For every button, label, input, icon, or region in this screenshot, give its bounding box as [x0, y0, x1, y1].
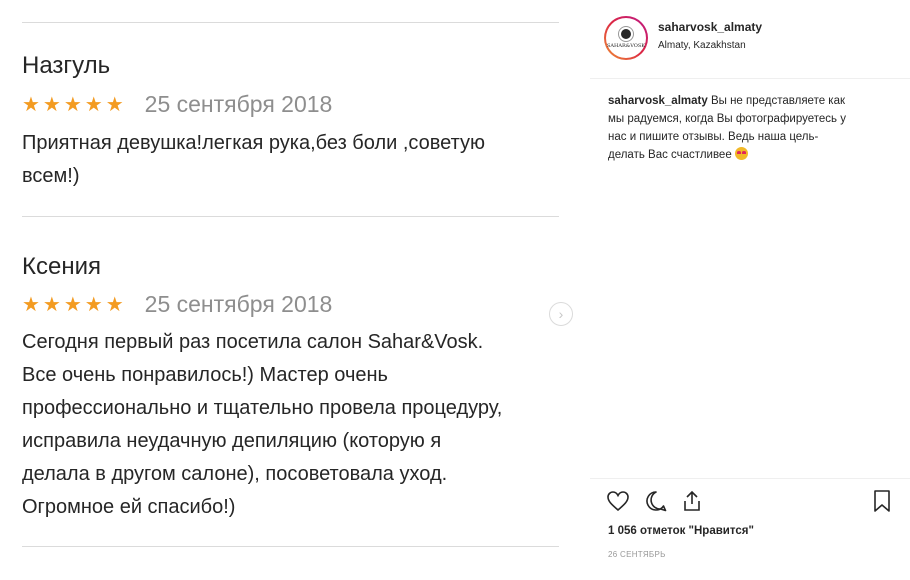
reviews-screenshot: Назгуль ★★★★★ 25 сентября 2018 Приятная …	[0, 0, 590, 580]
avatar[interactable]: SAHAR&VOSK	[604, 16, 648, 60]
divider	[22, 546, 559, 547]
heart-icon[interactable]	[604, 487, 632, 515]
review-line: Приятная девушка!легкая рука,без боли ,с…	[22, 132, 485, 154]
caption-text: Вы не представляете как	[710, 95, 846, 107]
star-rating: ★★★★★	[22, 94, 127, 116]
review-text: Сегодня первый раз посетила салон Sahar&…	[22, 326, 567, 524]
logo-icon	[619, 27, 633, 41]
bookmark-icon[interactable]	[868, 487, 896, 515]
caption-text: нас и пишите отзывы. Ведь наша цель-	[608, 131, 819, 143]
divider	[22, 216, 559, 217]
review-line: исправила неудачную депиляцию (которую я	[22, 430, 442, 452]
post-caption: saharvosk_almaty Вы не представляете как…	[608, 92, 898, 164]
chevron-right-icon[interactable]: ›	[549, 302, 573, 326]
review-line: Сегодня первый раз посетила салон Sahar&…	[22, 331, 484, 353]
review-date: 25 сентября 2018	[144, 91, 333, 117]
review-line: Все очень понравилось!) Мастер очень	[22, 364, 388, 386]
review-line: Огромное ей спасибо!)	[22, 496, 236, 518]
review-line: профессионально и тщательно провела проц…	[22, 397, 503, 419]
share-icon[interactable]	[678, 487, 706, 515]
review-line: делала в другом салоне), посоветовала ух…	[22, 463, 448, 485]
likes-count[interactable]: 1 056 отметок "Нравится"	[608, 525, 754, 537]
account-username[interactable]: saharvosk_almaty	[658, 20, 762, 34]
review-meta: ★★★★★ 25 сентября 2018	[22, 291, 332, 318]
review-text: Приятная девушка!легкая рука,без боли ,с…	[22, 127, 567, 193]
post-location[interactable]: Almaty, Kazakhstan	[658, 40, 746, 51]
avatar-logo: SAHAR&VOSK	[606, 18, 646, 58]
avatar-text: SAHAR&VOSK	[606, 43, 645, 49]
divider	[22, 22, 559, 23]
caption-text: делать Вас счастливее	[608, 149, 732, 161]
post-date: 26 СЕНТЯБРЬ	[608, 550, 666, 559]
heart-eyes-emoji-icon	[734, 147, 748, 160]
review-author: Ксения	[22, 253, 101, 280]
star-rating: ★★★★★	[22, 294, 127, 316]
review-author: Назгуль	[22, 52, 111, 79]
post-panel: SAHAR&VOSK saharvosk_almaty Almaty, Kaza…	[590, 0, 910, 580]
caption-username[interactable]: saharvosk_almaty	[608, 95, 708, 107]
comment-icon[interactable]	[642, 487, 670, 515]
review-meta: ★★★★★ 25 сентября 2018	[22, 91, 332, 118]
review-line: всем!)	[22, 165, 80, 187]
caption-text: мы радуемся, когда Вы фотографируетесь у	[608, 113, 846, 125]
post-header: SAHAR&VOSK saharvosk_almaty Almaty, Kaza…	[590, 0, 910, 79]
review-date: 25 сентября 2018	[144, 291, 333, 317]
divider	[590, 478, 910, 479]
